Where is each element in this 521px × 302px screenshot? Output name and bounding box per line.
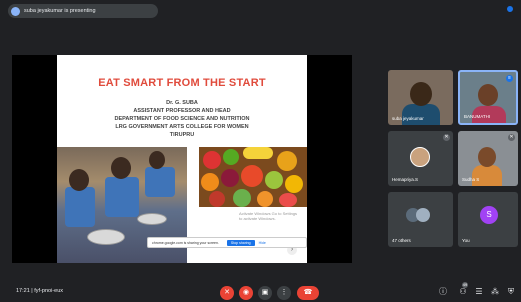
fruit [209,191,225,207]
activate-windows-watermark: Activate Windows Go to Settings to activ… [239,211,298,221]
slide-line: TIRUPRU [169,132,195,138]
slide-author-block: Dr. G. SUBA ASSISTANT PROFESSOR AND HEAD… [57,99,307,139]
kid-shirt [145,167,175,197]
people-icon[interactable]: ⚇ [458,287,468,297]
stop-sharing-button[interactable]: Stop sharing [226,239,255,246]
participant-avatar [410,147,430,167]
notification-dot [507,6,513,12]
food-plate [137,213,167,225]
food-plate [87,229,125,245]
fruit [233,189,251,207]
participant-face [478,147,496,167]
slide-title: EAT SMART FROM THE START [98,77,266,89]
fruit [223,149,239,165]
participant-tile-active[interactable]: ≡ BANUMATHI [458,70,518,125]
present-button[interactable]: ▣ [258,286,272,300]
fruit [221,169,239,187]
slide-line: DEPARTMENT OF FOOD SCIENCE AND NUTRITION [114,116,250,122]
leave-call-button[interactable]: ☎ [297,286,319,300]
participant-tile[interactable]: ✕ Hemapriya.S [388,131,453,186]
participant-body [402,104,440,125]
fruit [277,151,297,171]
activities-icon[interactable]: ⁂ [490,287,500,297]
mic-off-icon: ✕ [443,134,450,141]
separator: | [31,288,33,294]
slide-author: Dr. G. SUBA [166,100,198,106]
presentation-stage: EAT SMART FROM THE START Dr. G. SUBA ASS… [12,55,352,263]
presenting-banner: suba jeyakumar is presenting [8,4,158,18]
bottom-toolbar: 17:21 | fyf-pnoi-eux ✕ ◉ ▣ ⋮ ☎ ⓘ 49 ⚇ ☰ … [0,278,521,302]
participant-face [478,84,498,106]
present-icon: ▣ [261,289,269,296]
participant-name: Hemapriya.S [392,177,419,182]
hangup-icon: ☎ [303,289,313,296]
mic-off-button[interactable]: ✕ [220,286,234,300]
slide-line: LRG GOVERNMENT ARTS COLLEGE FOR WOMEN [115,124,249,130]
participant-face [410,82,432,106]
kid-shirt [65,187,95,227]
participant-body [472,165,502,186]
meeting-code: fyf-pnoi-eux [34,288,64,294]
more-options-button[interactable]: ⋮ [277,286,291,300]
fruit-photo [199,147,307,207]
fruit [203,151,221,169]
camera-off-icon: ◉ [242,289,250,296]
screen-share-bar: chrome.google.com is sharing your screen… [147,237,307,248]
fruit [285,175,303,193]
fruit [279,193,297,207]
mic-off-icon: ✕ [224,289,230,296]
fruit [201,173,219,191]
participant-name: Sudha S [462,177,480,182]
participant-name: BANUMATHI [464,114,491,119]
kid-head [111,157,131,179]
participant-tile[interactable]: suba jeyakumar [388,70,453,125]
kid-head [149,151,165,169]
speaking-icon: ≡ [506,75,513,82]
others-count: 47 others [392,238,411,243]
slide: EAT SMART FROM THE START Dr. G. SUBA ASS… [57,55,307,263]
self-avatar: S [480,206,498,224]
others-avatar [416,208,430,222]
share-message: chrome.google.com is sharing your screen… [152,240,219,245]
hide-button[interactable]: Hide [259,241,266,245]
kid-head [69,169,89,191]
banana [243,147,273,159]
fruit [241,165,263,187]
others-tile[interactable]: 47 others [388,192,453,247]
participant-tile[interactable]: ✕ Sudha S [458,131,518,186]
current-time: 17:21 [16,288,30,294]
fruit [257,191,273,207]
fruit [265,171,283,189]
participant-name: You [462,238,470,243]
host-controls-icon[interactable]: ⛨ [506,287,516,297]
info-icon[interactable]: ⓘ [438,287,448,297]
more-vert-icon: ⋮ [280,289,288,296]
meeting-info: 17:21 | fyf-pnoi-eux [16,288,63,294]
self-tile[interactable]: S You [458,192,518,247]
presenter-avatar [11,6,20,16]
kid-shirt [105,177,139,217]
presenting-label: suba jeyakumar is presenting [24,8,96,14]
mic-off-icon: ✕ [508,134,515,141]
participant-name: suba jeyakumar [392,116,424,121]
slide-line: ASSISTANT PROFESSOR AND HEAD [133,108,231,114]
camera-off-button[interactable]: ◉ [239,286,253,300]
chat-icon[interactable]: ☰ [474,287,484,297]
